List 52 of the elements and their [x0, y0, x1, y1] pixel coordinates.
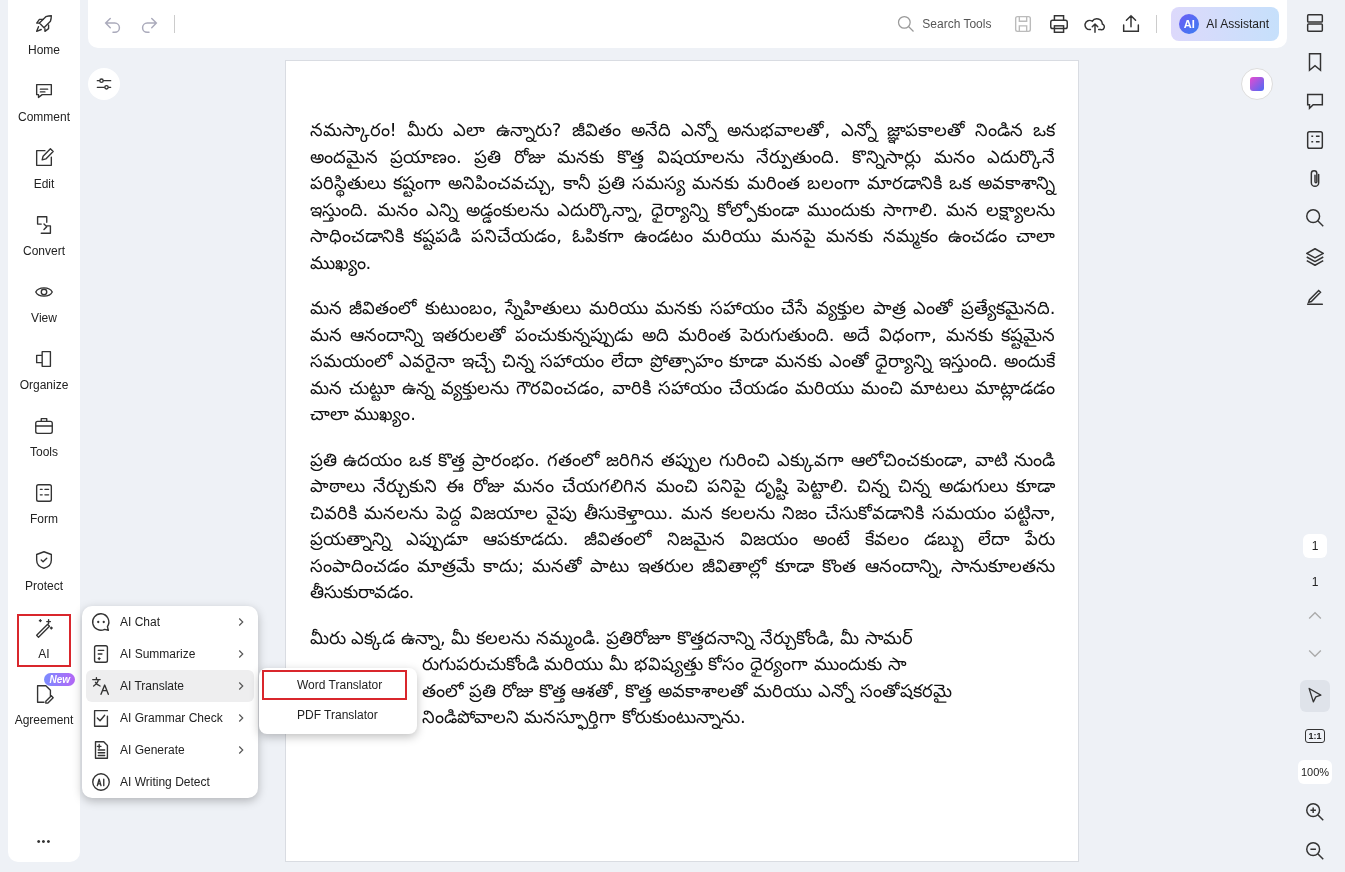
text-line: రుగుపరుచుకోండి మరియు మీ భవిష్యత్తు కోసం ధైర్యంగా ముందుకు సా	[421, 651, 907, 678]
sidebar-item[interactable]: Form	[17, 480, 71, 533]
menu-item[interactable]: Word Translator	[262, 670, 407, 700]
form-icon	[33, 482, 55, 504]
sidebar-item[interactable]: View	[17, 279, 71, 332]
sidebar-item[interactable]: Protect	[17, 547, 71, 600]
text-line: నిండిపోవాలని మనస్ఫూర్తిగా కోరుకుంటున్నాను.	[421, 704, 746, 731]
menu-item[interactable]: PDF Translator	[262, 700, 407, 730]
protect-icon	[33, 549, 55, 571]
chat-icon	[90, 611, 112, 633]
sidebar-item[interactable]: AI	[17, 614, 71, 667]
sidebar-item[interactable]: New Agreement	[11, 671, 77, 734]
search-field[interactable]: Search Tools	[920, 16, 999, 32]
translate-icon	[90, 675, 112, 697]
sidebar-item[interactable]: Comment	[17, 78, 71, 131]
print-icon[interactable]	[1048, 13, 1071, 35]
menu-item[interactable]: AI Grammar Check	[86, 702, 254, 734]
sidebar-item[interactable]: Tools	[17, 413, 71, 466]
edit-icon	[33, 147, 55, 169]
menu-item[interactable]: AI Writing Detect	[86, 766, 254, 798]
layers-icon[interactable]	[1304, 246, 1326, 268]
filter-button[interactable]	[88, 68, 120, 100]
sidebar-item[interactable]: Home	[17, 11, 71, 64]
actual-size-button[interactable]: 1:1	[1305, 729, 1325, 743]
zoom-out-icon[interactable]	[1304, 840, 1326, 862]
paragraph: నమస్కారం! మీరు ఎలా ఉన్నారు? జీవితం అనేది ఎన్నో అనుభవాలతో, ఎన్నో జ్ఞాపకాలతో నిండిన ఒక అందమైన ప్రయాణం. ప్రతి రోజు మనకు కొత్త విషయాలను నేర్పుతుంది. కొన్నిసార్లు మనం ఎదుర్కొనే పరిస్థితులు కష్టంగా అనిపించవచ్చు, కానీ ప్రతి సమస్య మనకు మరింత బలంగా మారడానికి ఒక అవకాశాన్ని ఇస్తుంది. మనం ఎన్ని అడ్డంకులను ఎదుర్కొన్నా, ధైర్యాన్ని కోల్పోకుండా ముందుకు సాగాలి. మన లక్ష్యాలను సాధించడానికి కష్టపడి పనిచేయడం, ఓపికగా ఉండటం మరియు మనపై మనకు నమ్మకం ఉంచడం చాలా ముఖ్యం.	[309, 117, 1056, 276]
zoom-field[interactable]: 100%	[1297, 760, 1333, 784]
paragraph: మన జీవితంలో కుటుంబం, స్నేహితులు మరియు మనకు సహాయం చేసే వ్యక్తుల పాత్ర ఎంతో ప్రత్యేకమైనది. మన ఆనందాన్ని ఇతరులతో పంచుకున్నప్పుడు అది మరింత పెరుగుతుంది. అదే విధంగా, మనకు కష్టమైన సమయంలో ఎవరైనా ఇచ్చే చిన్న సహాయం లేదా ప్రోత్సాహం కూడా మనకు ఎంతో ధైర్యాన్ని ఇస్తుంది. అందుకే మన చుట్టూ ఉన్న వ్యక్తులను గౌరవించడం, వారికి సహాయం చేయడం మరియు మంచి మాటలు మాట్లాడడం చాలా ముఖ్యం.	[309, 295, 1056, 428]
search-icon[interactable]	[1304, 207, 1326, 229]
form-icon[interactable]	[1304, 129, 1326, 151]
detect-icon	[90, 771, 112, 793]
ai-logo: AI	[1179, 14, 1200, 34]
more-button[interactable]: •••	[30, 834, 58, 848]
menu-item[interactable]: AI Translate	[86, 670, 254, 702]
select-tool-button[interactable]	[1300, 680, 1330, 712]
text-line: తంలో ప్రతి రోజు కొత్త ఆశతో, కొత్త అవకాశాలతో మరియు ఎన్నో సంతోషకరమై	[421, 678, 952, 704]
menu-item[interactable]: AI Generate	[86, 734, 254, 766]
menu-item[interactable]: AI Summarize	[86, 638, 254, 670]
new-badge: New	[44, 673, 75, 686]
rocket-icon	[33, 13, 55, 35]
text-line: మీరు ఎక్కడ ఉన్నా, మీ కలలను నమ్మండి. ప్రతిరోజూ కొత్తదనాన్ని నేర్చుకోండి, మీ సామర్	[309, 624, 1056, 651]
layout-icon[interactable]	[1304, 12, 1326, 34]
page-number-field[interactable]: 1	[1302, 534, 1328, 558]
sidebar-item[interactable]: Organize	[17, 346, 71, 399]
paragraph: ప్రతి ఉదయం ఒక కొత్త ప్రారంభం. గతంలో జరిగిన తప్పుల గురించి ఎక్కువగా ఆలోచించకుండా, వాటి నుండి పాఠాలు నేర్చుకుని ఈ రోజు మనం చేయగలిగిన మంచి పనిపై దృష్టి పెట్టాలి. చిన్న చిన్న అడుగులు కూడా చివరికి మనలను పెద్ద విజయాల వైపు తీసుకెళ్తాయి. మన కలలను నిజం చేసుకోవడానికి సమయం పట్టినా, ప్రయత్నాన్ని ఎప్పుడూ ఆపకూడదు. జీవితంలో నిజమైన విజయం అంటే కేవలం డబ్బు లేదా పేరు సంపాదించడం మాత్రమే కాదు; మనతో పాటు ఇతరుల జీవితాల్లో కూడా కొంత ఆనందాన్ని, సానుకూలతను తీసుకురావడం.	[309, 447, 1056, 604]
page-total: 1	[1311, 575, 1319, 589]
menu-item[interactable]: AI Chat	[86, 606, 254, 638]
sidebar-item[interactable]: Edit	[17, 145, 71, 198]
ai-assistant-button[interactable]: AI AI Assistant	[1171, 7, 1279, 41]
zoom-in-icon[interactable]	[1304, 801, 1326, 823]
sidebar-item[interactable]: Convert	[17, 212, 71, 265]
tools-icon	[33, 415, 55, 437]
